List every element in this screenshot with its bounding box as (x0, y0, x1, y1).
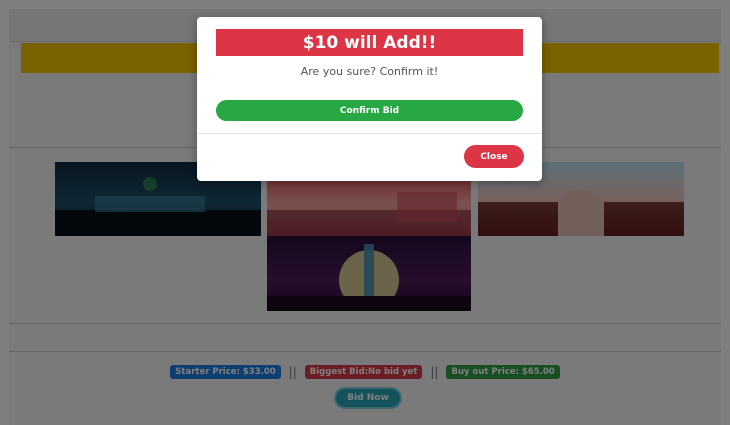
confirm-bid-button[interactable]: Confirm Bid (216, 100, 523, 121)
confirm-bid-modal: $10 will Add!! Are you sure? Confirm it!… (197, 17, 542, 181)
modal-divider (197, 133, 542, 134)
close-button[interactable]: Close (464, 145, 524, 168)
modal-title: $10 will Add!! (216, 29, 523, 56)
modal-message: Are you sure? Confirm it! (300, 65, 439, 78)
